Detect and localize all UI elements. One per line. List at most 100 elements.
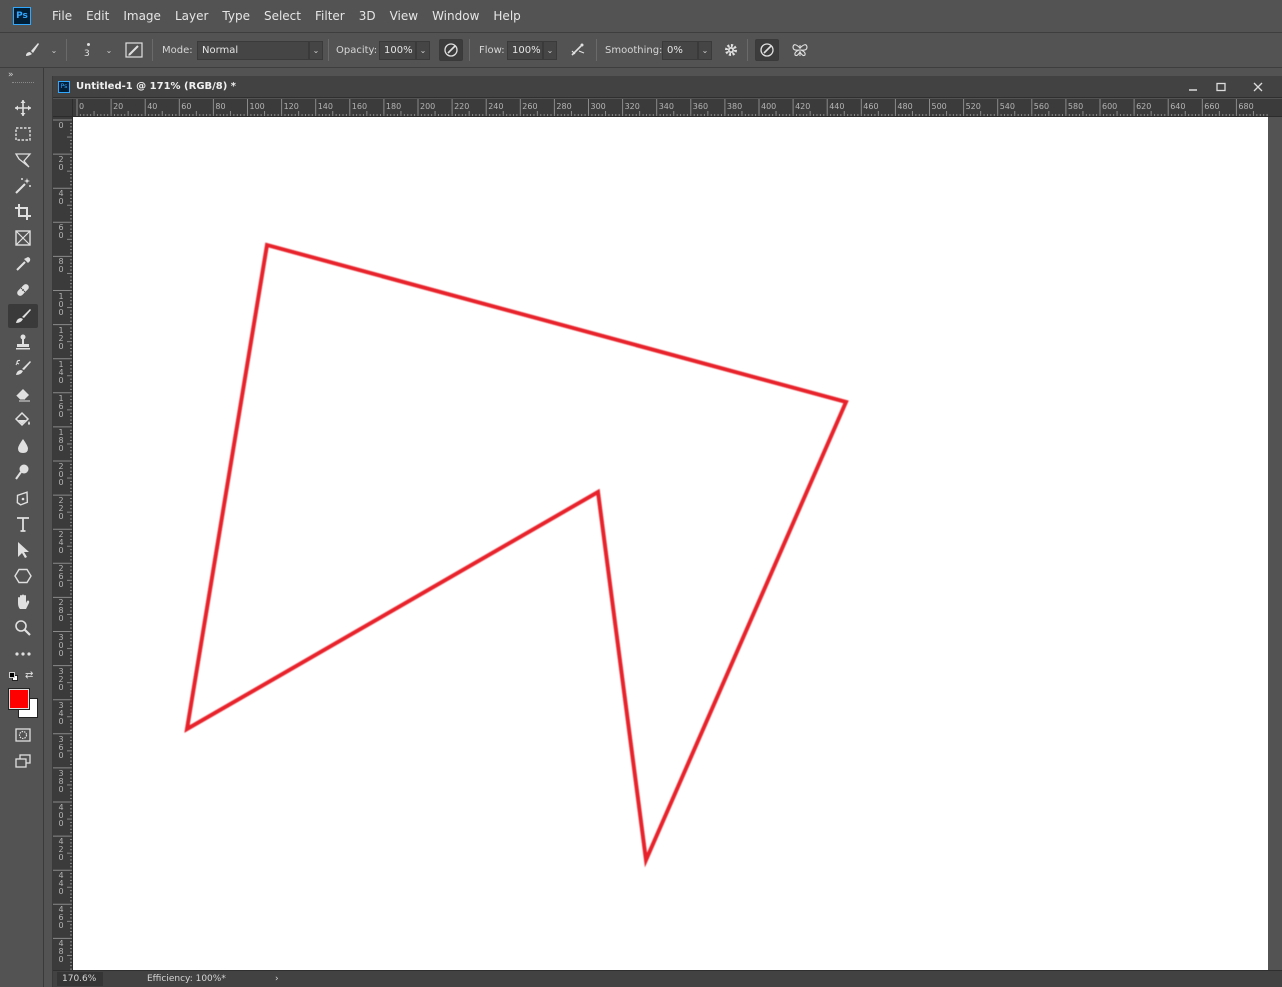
flow-dropdown[interactable]: ⌄ bbox=[543, 41, 557, 60]
paintbrush-icon bbox=[16, 309, 31, 323]
horizontal-ruler[interactable]: 0 20 40 60 80 100 120 140 160 180 200 220 240 260 280 3… bbox=[73, 99, 1282, 117]
close-button[interactable] bbox=[1243, 76, 1273, 98]
screen-mode-button[interactable] bbox=[8, 749, 38, 773]
minimize-button[interactable] bbox=[1178, 76, 1208, 98]
dodge-tool[interactable] bbox=[8, 460, 38, 484]
brush-settings-panel-toggle[interactable] bbox=[122, 39, 146, 61]
opacity-input[interactable]: 100% bbox=[379, 41, 416, 60]
history-brush-tool[interactable] bbox=[8, 356, 38, 380]
pen-pressure-size-icon bbox=[760, 43, 774, 57]
path-selection-tool[interactable] bbox=[8, 538, 38, 562]
zoom-tool[interactable] bbox=[8, 616, 38, 640]
pen-tool[interactable] bbox=[8, 486, 38, 510]
quick-mask-button[interactable] bbox=[8, 723, 38, 747]
crop-tool[interactable] bbox=[8, 200, 38, 224]
menu-3d[interactable]: 3D bbox=[352, 0, 383, 32]
eyedropper-tool[interactable] bbox=[8, 252, 38, 276]
type-tool[interactable] bbox=[8, 512, 38, 536]
menu-edit[interactable]: Edit bbox=[79, 0, 116, 32]
marquee-tool[interactable] bbox=[8, 122, 38, 146]
lasso-tool[interactable] bbox=[8, 148, 38, 172]
flow-input[interactable]: 100% bbox=[507, 41, 543, 60]
ruler-label: 100 bbox=[249, 102, 265, 111]
menu-filter[interactable]: Filter bbox=[308, 0, 352, 32]
document-title: Untitled-1 @ 171% (RGB/8) * bbox=[76, 81, 237, 92]
move-tool[interactable] bbox=[8, 96, 38, 120]
tool-preset-picker[interactable] bbox=[20, 39, 44, 61]
eraser-tool[interactable] bbox=[8, 382, 38, 406]
butterfly-icon bbox=[792, 44, 808, 57]
photoshop-logo-icon[interactable]: Ps bbox=[13, 7, 31, 25]
default-colors-icon[interactable] bbox=[9, 672, 19, 682]
menu-select[interactable]: Select bbox=[257, 0, 308, 32]
menu-file[interactable]: File bbox=[45, 0, 79, 32]
mode-label: Mode: bbox=[162, 44, 193, 56]
opacity-dropdown[interactable]: ⌄ bbox=[416, 41, 430, 60]
menu-window[interactable]: Window bbox=[425, 0, 486, 32]
tool-preset-dropdown[interactable]: ⌄ bbox=[47, 41, 61, 60]
status-menu-arrow-icon[interactable]: › bbox=[275, 972, 279, 986]
magic-wand-tool[interactable] bbox=[8, 174, 38, 198]
eyedropper-icon bbox=[16, 257, 31, 271]
brush-size-label: 3 bbox=[84, 49, 90, 59]
foreground-color-swatch[interactable] bbox=[8, 688, 30, 710]
blur-tool[interactable] bbox=[8, 434, 38, 458]
zoom-level-field[interactable]: 170.6% bbox=[57, 972, 103, 986]
brush-preset-picker[interactable]: 3 bbox=[76, 39, 102, 61]
shape-tool[interactable] bbox=[8, 564, 38, 588]
maximize-button[interactable] bbox=[1206, 76, 1236, 98]
swap-colors-icon[interactable]: ⇄ bbox=[25, 670, 33, 681]
smoothing-options-button[interactable] bbox=[719, 39, 743, 61]
ruler-label: 660 bbox=[1204, 102, 1220, 111]
paint-bucket-icon bbox=[14, 411, 30, 427]
ruler-label: 560 bbox=[1033, 102, 1050, 111]
canvas-area[interactable] bbox=[73, 117, 1282, 970]
hand-tool[interactable] bbox=[8, 590, 38, 614]
crop-icon bbox=[15, 204, 31, 220]
document-tab[interactable]: Ps Untitled-1 @ 171% (RGB/8) * bbox=[53, 76, 1282, 98]
clone-stamp-tool[interactable] bbox=[8, 330, 38, 354]
airbrush-toggle[interactable] bbox=[566, 39, 590, 61]
eraser-icon bbox=[15, 389, 30, 402]
menu-image[interactable]: Image bbox=[116, 0, 168, 32]
panel-grip[interactable] bbox=[12, 82, 34, 84]
ruler-label: 160 bbox=[58, 393, 64, 419]
menu-help[interactable]: Help bbox=[486, 0, 527, 32]
menu-layer[interactable]: Layer bbox=[168, 0, 215, 32]
pressure-size-toggle[interactable] bbox=[755, 39, 779, 61]
more-tools[interactable] bbox=[8, 642, 38, 666]
healing-brush-tool[interactable] bbox=[8, 278, 38, 302]
document-canvas[interactable] bbox=[73, 117, 1268, 970]
airbrush-icon bbox=[571, 43, 585, 56]
pressure-opacity-toggle[interactable] bbox=[439, 39, 463, 61]
brush-tool[interactable] bbox=[8, 304, 38, 328]
ruler-label: 480 bbox=[897, 102, 913, 111]
vertical-scrollbar[interactable] bbox=[1268, 117, 1282, 970]
frame-tool[interactable] bbox=[8, 226, 38, 250]
brush-preset-dropdown[interactable]: ⌄ bbox=[102, 41, 116, 60]
smoothing-dropdown[interactable]: ⌄ bbox=[698, 41, 712, 60]
ruler-label: 0 bbox=[79, 102, 85, 111]
symmetry-button[interactable] bbox=[788, 39, 812, 61]
ruler-origin[interactable] bbox=[53, 99, 73, 117]
close-icon bbox=[1253, 82, 1263, 92]
vertical-ruler[interactable]: 0 20 40 60 80 100 120 140 160 180 200 220 240 260 280 3… bbox=[53, 117, 73, 970]
blend-mode-select[interactable]: Normal bbox=[197, 41, 309, 60]
paint-bucket-tool[interactable] bbox=[8, 408, 38, 432]
smoothing-input[interactable]: 0% bbox=[662, 41, 698, 60]
menu-view[interactable]: View bbox=[383, 0, 425, 32]
ruler-label: 120 bbox=[58, 325, 64, 351]
ruler-label: 80 bbox=[58, 257, 64, 275]
blend-mode-dropdown[interactable]: ⌄ bbox=[309, 41, 323, 60]
ruler-label: 420 bbox=[58, 837, 64, 863]
quick-mask-icon bbox=[15, 728, 31, 742]
menu-type[interactable]: Type bbox=[215, 0, 257, 32]
efficiency-status[interactable]: Efficiency: 100%* bbox=[147, 972, 226, 986]
ruler-label: 460 bbox=[863, 102, 879, 111]
polygonal-lasso-icon bbox=[14, 153, 32, 168]
collapse-panel-icon[interactable]: » bbox=[8, 70, 14, 80]
ruler-label: 420 bbox=[795, 102, 811, 111]
ruler-label: 400 bbox=[761, 102, 777, 111]
ruler-label: 60 bbox=[58, 223, 64, 241]
pen-nib-icon bbox=[16, 491, 29, 506]
